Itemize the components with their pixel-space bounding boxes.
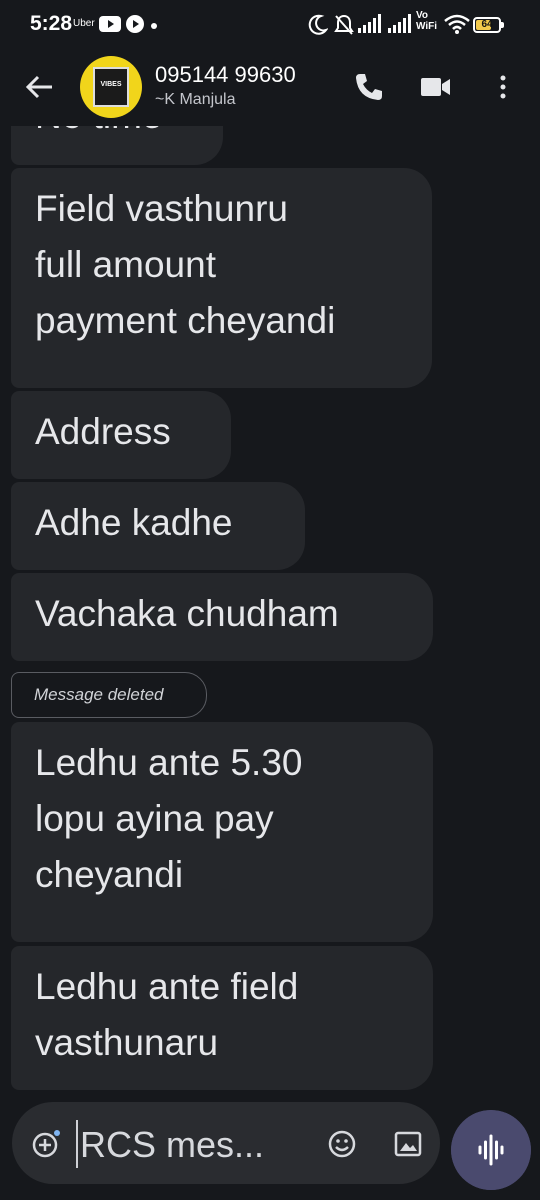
message-bubble[interactable]: Vachaka chudham [11,573,433,661]
play-circle-icon [126,15,144,33]
add-attachment-icon[interactable] [30,1127,64,1161]
message-bubble[interactable]: Field vasthunru full amount payment chey… [11,168,432,388]
battery-percent: 64 [481,19,493,30]
signal-icon-1 [358,14,381,33]
vowifi-indicator: Vo WiFi [416,10,437,32]
gallery-image-icon[interactable] [390,1126,426,1162]
moon-icon [308,14,328,35]
more-options-icon[interactable] [486,70,520,104]
message-bubble[interactable]: Adhe kadhe [11,482,305,570]
message-bubble[interactable]: Ledhu ante field vasthunaru [11,946,433,1090]
battery-icon: 64 [473,17,501,33]
message-bubble[interactable]: No time [11,126,223,165]
back-arrow-icon[interactable] [22,69,58,105]
voice-message-button[interactable] [451,1110,531,1190]
contact-number[interactable]: 095144 99630 [155,62,296,88]
video-call-icon[interactable] [418,70,452,104]
more-notifications-dot-icon [151,23,157,29]
phone-call-icon[interactable] [352,70,386,104]
vowifi-top-label: Vo [416,10,429,21]
message-list[interactable]: No time Field vasthunru full amount paym… [0,126,540,1090]
contact-avatar[interactable]: VIBES [80,56,142,118]
deleted-message[interactable]: Message deleted [11,672,207,718]
message-input[interactable] [78,1122,322,1168]
battery-tip [501,22,504,28]
wifi-icon [444,14,470,34]
message-composer [12,1102,440,1184]
vowifi-bottom-label: WiFi [416,21,438,32]
emoji-icon[interactable] [324,1126,360,1162]
status-bar: 5:28 Uber Vo WiFi 64 [0,0,540,50]
bell-off-icon [334,14,354,35]
avatar-logo-text: VIBES [100,81,122,88]
avatar-frame: VIBES [93,67,129,107]
contact-name[interactable]: ~K Manjula [155,91,236,109]
signal-icon-2 [388,14,411,33]
message-bubble[interactable]: Ledhu ante 5.30 lopu ayina pay cheyandi [11,722,433,942]
youtube-icon [99,16,121,32]
status-time: 5:28 [30,12,73,35]
conversation-header: VIBES 095144 99630 ~K Manjula [0,50,540,126]
uber-notification-label: Uber [73,18,95,29]
message-bubble[interactable]: Address [11,391,231,479]
